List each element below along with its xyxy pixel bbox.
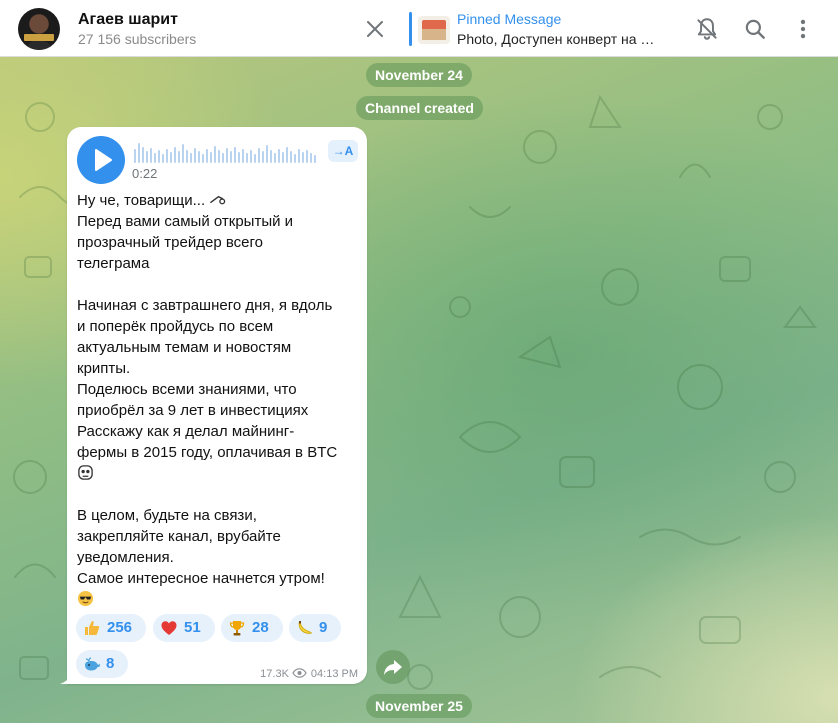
date-divider-top: November 24 bbox=[366, 63, 472, 87]
reaction-count: 256 bbox=[107, 619, 133, 636]
channel-title[interactable]: Агаев шарит bbox=[78, 11, 178, 29]
message-time: 04:13 PM bbox=[310, 668, 358, 680]
heart-icon bbox=[161, 621, 177, 635]
date-divider-bottom: November 25 bbox=[366, 694, 472, 718]
more-vertical-icon[interactable] bbox=[790, 16, 816, 42]
pinned-thumbnail[interactable] bbox=[418, 16, 450, 44]
message-line: Поделюсь всеми знаниями, что bbox=[77, 381, 297, 398]
channel-avatar[interactable] bbox=[18, 8, 60, 50]
reaction-count: 8 bbox=[106, 655, 115, 672]
pinned-indicator bbox=[409, 12, 412, 46]
message-line: Самое интересное начнется утром! bbox=[77, 570, 325, 587]
reaction-trophy[interactable]: 28 bbox=[221, 614, 283, 642]
message-line: актуальным темам и новостям bbox=[77, 339, 292, 356]
forward-button[interactable] bbox=[376, 650, 410, 684]
reaction-heart[interactable]: 51 bbox=[153, 614, 215, 642]
forward-arrow-icon bbox=[384, 660, 402, 675]
channel-message: 0:22 →A Ну че, товарищи... Перед вами са… bbox=[67, 127, 367, 684]
close-icon[interactable] bbox=[363, 17, 387, 41]
subscriber-count: 27 156 subscribers bbox=[78, 31, 197, 47]
message-line: телеграма bbox=[77, 255, 150, 272]
voice-waveform[interactable] bbox=[134, 141, 320, 163]
service-message: Channel created bbox=[356, 96, 483, 120]
mute-bell-icon[interactable] bbox=[694, 16, 720, 42]
message-line: и поперёк пройдусь по всем bbox=[77, 318, 274, 335]
message-line: закрепляйте канал, врубайте bbox=[77, 528, 281, 545]
message-line bbox=[77, 484, 362, 505]
message-meta: 17.3K 04:13 PM bbox=[260, 668, 358, 680]
message-line: В целом, будьте на связи, bbox=[77, 507, 257, 524]
thumbs-up-icon bbox=[85, 621, 100, 635]
trophy-icon bbox=[229, 621, 245, 636]
voice-duration: 0:22 bbox=[132, 166, 158, 181]
eye-icon bbox=[292, 668, 307, 678]
whistle-emoji-icon bbox=[210, 195, 226, 205]
banana-icon bbox=[298, 621, 313, 634]
message-line: Ну че, товарищи... bbox=[77, 192, 210, 209]
pinned-message-title[interactable]: Pinned Message bbox=[457, 11, 561, 27]
search-icon[interactable] bbox=[742, 16, 768, 42]
message-line: Расскажу как я делал майнинг- bbox=[77, 423, 295, 440]
reaction-count: 51 bbox=[184, 619, 201, 636]
sunglasses-emoji-icon bbox=[77, 590, 94, 607]
message-line: крипты. bbox=[77, 360, 131, 377]
message-line: уведомления. bbox=[77, 549, 174, 566]
chat-header: Агаев шарит 27 156 subscribers Pinned Me… bbox=[0, 0, 838, 57]
play-icon bbox=[95, 149, 112, 171]
view-count: 17.3K bbox=[260, 668, 289, 680]
skull-emoji-icon bbox=[78, 465, 93, 480]
reaction-count: 9 bbox=[319, 619, 328, 636]
whale-icon bbox=[85, 657, 100, 671]
transcribe-button[interactable]: →A bbox=[328, 140, 358, 162]
message-line bbox=[77, 274, 362, 295]
message-line: фермы в 2015 году, оплачивая в BTC bbox=[77, 444, 338, 461]
voice-play-button[interactable] bbox=[77, 136, 125, 184]
reaction-whale[interactable]: 8 bbox=[76, 650, 128, 678]
message-line: приобрёл за 9 лет в инвестициях bbox=[77, 402, 309, 419]
message-line: Перед вами самый открытый и bbox=[77, 213, 294, 230]
message-line: прозрачный трейдер всего bbox=[77, 234, 263, 251]
reaction-thumbs-up[interactable]: 256 bbox=[76, 614, 146, 642]
pinned-message-preview[interactable]: Photo, Доступен конверт на … bbox=[457, 31, 654, 47]
message-line: Начиная с завтрашнего дня, я вдоль bbox=[77, 297, 333, 314]
reaction-banana[interactable]: 9 bbox=[289, 614, 341, 642]
message-text: Ну че, товарищи... Перед вами самый откр… bbox=[77, 190, 362, 610]
reaction-count: 28 bbox=[252, 619, 269, 636]
